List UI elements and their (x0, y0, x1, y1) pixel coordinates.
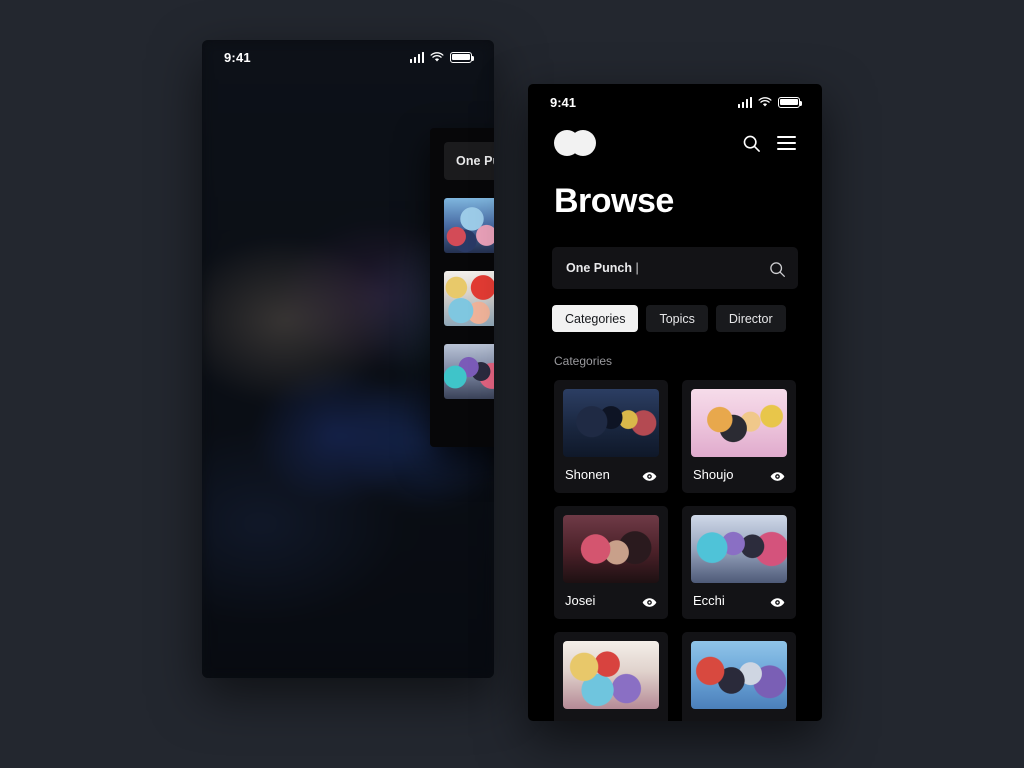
category-label: Shoujo (693, 467, 734, 482)
category-thumbnail (563, 389, 659, 457)
eye-icon[interactable] (642, 469, 657, 481)
category-card-footer: Ecchi (691, 593, 787, 610)
category-card-isekai[interactable]: Isekai (682, 632, 796, 721)
list-item[interactable]: Steins;Gate TV (24 eps) Apr 2011 - Sep 2… (430, 263, 494, 336)
screenshot-stage: 9:41 One Punch | Fullmeta (0, 0, 1024, 768)
status-time: 9:41 (550, 94, 577, 110)
left-phone-frame: 9:41 One Punch | Fullmeta (202, 40, 494, 678)
status-time: 9:41 (224, 49, 251, 65)
tab-topics[interactable]: Topics (646, 305, 708, 332)
signal-icon (409, 51, 424, 63)
thumb-hunter-x-hunter (444, 344, 494, 399)
list-item[interactable]: Fullmetal Alchemist TV (64 eps) Apr 2009… (430, 190, 494, 263)
category-label: Harem (565, 719, 604, 721)
category-card-footer: Harem (563, 719, 659, 721)
category-thumbnail (563, 515, 659, 583)
battery-icon (450, 51, 475, 63)
search-dropdown-panel: One Punch | Fullmetal Alchemist TV (64 (430, 128, 494, 447)
search-results-list: Fullmetal Alchemist TV (64 eps) Apr 2009… (430, 180, 494, 424)
search-input-value: One Punch | (456, 154, 494, 168)
category-label: Isekai (693, 719, 727, 721)
category-card-footer: Shonen (563, 467, 659, 484)
eye-icon[interactable] (642, 595, 657, 607)
page-title: Browse (554, 182, 674, 220)
search-input[interactable]: One Punch | (444, 142, 494, 180)
category-thumbnail (691, 641, 787, 709)
overlapping-circles-logo[interactable] (554, 130, 596, 156)
eye-icon[interactable] (770, 595, 785, 607)
collapse-dropdown-button[interactable] (430, 409, 494, 424)
category-card-shoujo[interactable]: Shoujo (682, 380, 796, 493)
status-icons (409, 51, 475, 63)
tab-director[interactable]: Director (715, 305, 786, 332)
hamburger-menu-icon[interactable] (777, 136, 796, 150)
category-thumbnail (691, 515, 787, 583)
category-card-harem[interactable]: Harem (554, 632, 668, 721)
wifi-icon (758, 96, 772, 108)
search-icon[interactable] (742, 134, 761, 153)
category-card-footer: Shoujo (691, 467, 787, 484)
category-card-ecchi[interactable]: Ecchi (682, 506, 796, 619)
right-phone-frame: 9:41 Browse One Punch | Categories Topic… (528, 84, 822, 721)
battery-icon (778, 96, 803, 108)
top-bar-actions (742, 134, 796, 153)
filter-tabs: Categories Topics Director (528, 289, 822, 332)
search-input[interactable]: One Punch | (552, 247, 798, 289)
list-item[interactable]: Hunter x Hunter TV (51 eps) Apr 2015 - M… (430, 336, 494, 409)
signal-icon (737, 96, 752, 108)
category-label: Ecchi (693, 593, 725, 608)
category-thumbnail (563, 641, 659, 709)
thumb-steins-gate (444, 271, 494, 326)
section-label: Categories (554, 354, 613, 368)
category-card-shonen[interactable]: Shonen (554, 380, 668, 493)
tab-categories[interactable]: Categories (552, 305, 639, 332)
category-label: Shonen (565, 467, 610, 482)
category-card-footer: Isekai (691, 719, 787, 721)
thumb-fullmetal-alchemist (444, 198, 494, 253)
wifi-icon (430, 51, 444, 63)
eye-icon[interactable] (770, 469, 785, 481)
category-thumbnail (691, 389, 787, 457)
status-icons (737, 96, 803, 108)
left-status-bar: 9:41 (202, 40, 494, 74)
category-card-footer: Josei (563, 593, 659, 610)
categories-grid: Shonen Shoujo Josei Ecchi (528, 368, 822, 721)
search-icon[interactable] (769, 261, 785, 277)
app-top-bar (528, 120, 822, 156)
search-input-value: One Punch | (566, 261, 639, 275)
category-label: Josei (565, 593, 596, 608)
category-card-josei[interactable]: Josei (554, 506, 668, 619)
right-status-bar: 9:41 (528, 84, 822, 120)
